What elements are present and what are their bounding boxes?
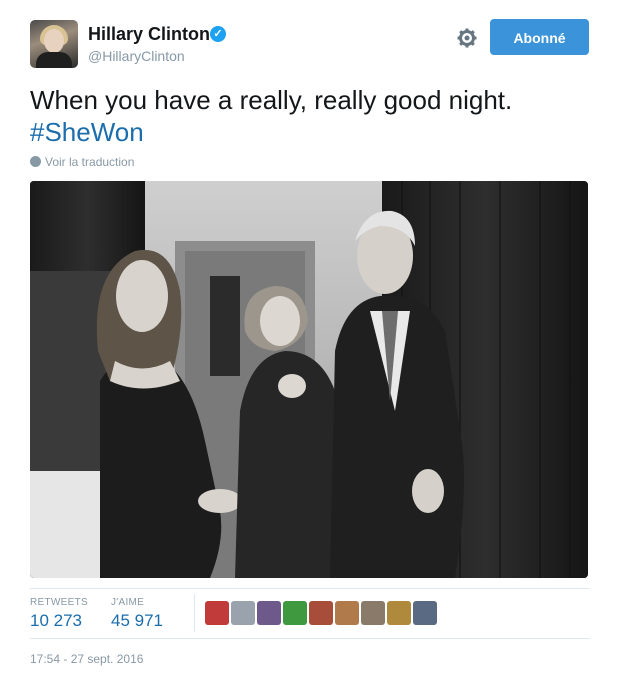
author-handle[interactable]: @HillaryClinton xyxy=(88,48,185,64)
liker-avatar[interactable] xyxy=(231,601,255,625)
stats-vertical-divider xyxy=(194,594,195,632)
stats-divider-top xyxy=(30,588,590,589)
likes-count[interactable]: 45 971 xyxy=(111,611,163,631)
liker-avatar[interactable] xyxy=(335,601,359,625)
likes-label: J'AIME xyxy=(111,597,145,608)
follow-button[interactable]: Abonné xyxy=(490,19,589,55)
retweets-label: RETWEETS xyxy=(30,597,88,608)
liker-avatar[interactable] xyxy=(257,601,281,625)
hashtag-link[interactable]: #SheWon xyxy=(30,117,144,147)
avatar-body xyxy=(36,52,72,68)
liker-avatar[interactable] xyxy=(309,601,333,625)
liker-avatar[interactable] xyxy=(283,601,307,625)
globe-icon xyxy=(30,156,41,167)
photo-illustration xyxy=(30,181,588,578)
translate-link[interactable]: Voir la traduction xyxy=(30,155,134,169)
liker-avatar[interactable] xyxy=(387,601,411,625)
tweet-timestamp[interactable]: 17:54 - 27 sept. 2016 xyxy=(30,652,143,666)
translate-label: Voir la traduction xyxy=(45,155,135,169)
retweets-count[interactable]: 10 273 xyxy=(30,611,82,631)
liker-avatar[interactable] xyxy=(413,601,437,625)
liker-avatars xyxy=(205,601,437,625)
stats-divider-bottom xyxy=(30,638,590,639)
tweet-text: When you have a really, really good nigh… xyxy=(30,84,590,148)
gear-icon[interactable] xyxy=(457,28,477,48)
avatar[interactable] xyxy=(30,20,78,68)
liker-avatar[interactable] xyxy=(361,601,385,625)
author-name[interactable]: Hillary Clinton xyxy=(88,24,210,45)
liker-avatar[interactable] xyxy=(205,601,229,625)
tweet-body: When you have a really, really good nigh… xyxy=(30,85,513,115)
verified-badge-icon: ✓ xyxy=(210,26,226,42)
avatar-face xyxy=(44,29,64,53)
tweet-photo[interactable] xyxy=(30,181,588,578)
